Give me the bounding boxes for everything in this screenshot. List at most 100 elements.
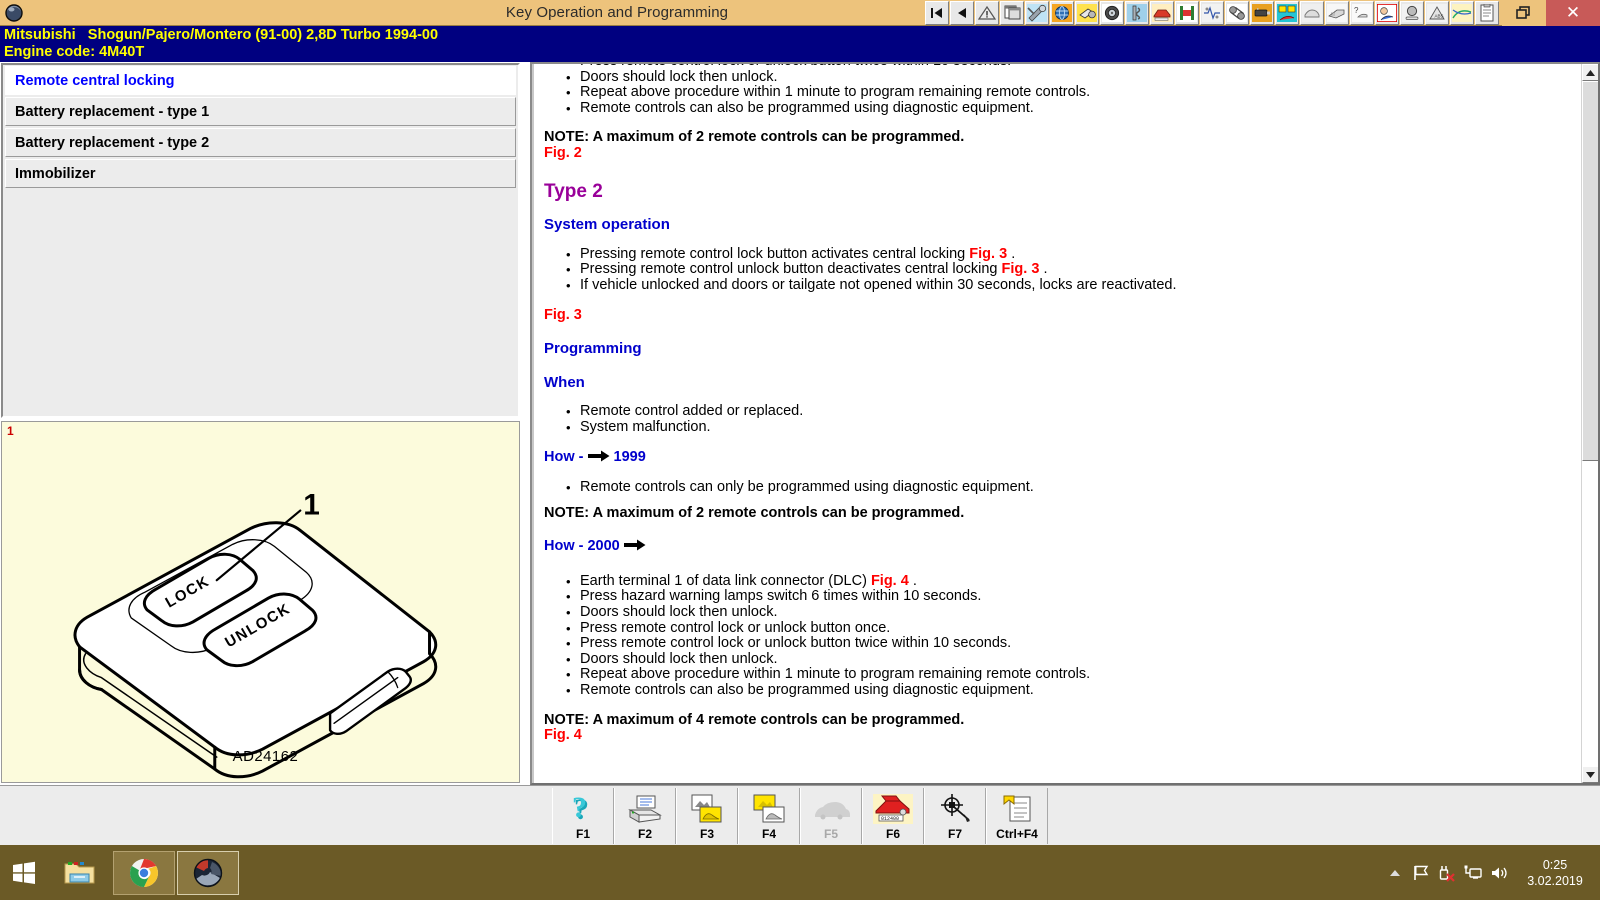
target-pointer-icon — [936, 791, 974, 827]
taskbar-autodata[interactable] — [177, 851, 239, 895]
heading-how-prefix: How - — [544, 449, 583, 465]
figure-reference-2: Fig. 2 — [544, 146, 1581, 162]
taskbar-chrome[interactable] — [113, 851, 175, 895]
list-item-text: Pressing remote control unlock button de… — [580, 261, 998, 277]
body-panel-icon[interactable] — [1300, 1, 1324, 25]
bullet-list-when: Remote control added or replaced. System… — [544, 404, 1581, 435]
wheel-tyre-icon[interactable] — [1100, 1, 1124, 25]
electrical-diagram-icon[interactable] — [1200, 1, 1224, 25]
sidebar-item-remote-central-locking[interactable]: Remote central locking — [5, 66, 516, 95]
right-arrow-icon — [624, 539, 646, 556]
main-body: Remote central locking Battery replaceme… — [0, 62, 1600, 785]
timing-belt-icon[interactable] — [1225, 1, 1249, 25]
sidebar-item-label: Immobilizer — [15, 166, 96, 182]
close-window-button[interactable]: ✕ — [1546, 0, 1600, 26]
clipboard-icon[interactable] — [1475, 1, 1499, 25]
sidebar-item-battery-replacement-type-2[interactable]: Battery replacement - type 2 — [5, 128, 516, 157]
service-schedule-icon[interactable] — [1275, 1, 1299, 25]
window-title: Key Operation and Programming — [29, 4, 925, 21]
network-icon[interactable] — [1460, 858, 1486, 888]
first-page-icon[interactable] — [925, 1, 949, 25]
right-arrow-icon — [588, 450, 610, 467]
heading-when: When — [544, 375, 1581, 391]
steering-wheel-icon[interactable] — [1400, 1, 1424, 25]
tools-wrench-icon[interactable] — [1025, 1, 1049, 25]
engine-bay-icon[interactable] — [1150, 1, 1174, 25]
suspension-icon[interactable] — [1125, 1, 1149, 25]
function-key-f6[interactable]: 012400 F6 — [862, 788, 924, 844]
image-pair-icon — [688, 791, 726, 827]
function-key-label: F3 — [700, 827, 714, 841]
globe-engine-icon[interactable] — [1050, 1, 1074, 25]
scrollbar-track[interactable] — [1582, 81, 1599, 766]
windows-start-icon[interactable] — [0, 845, 48, 900]
sidebar-item-label: Battery replacement - type 1 — [15, 104, 209, 120]
engine-code: Engine code: 4M40T — [4, 44, 1600, 61]
sidebar-item-immobilizer[interactable]: Immobilizer — [5, 159, 516, 188]
list-item: Pressing remote control unlock button de… — [580, 262, 1581, 278]
function-key-f5[interactable]: F5 — [800, 788, 862, 844]
function-key-label: F7 — [948, 827, 962, 841]
function-key-f7[interactable]: F7 — [924, 788, 986, 844]
figure-viewer[interactable]: 1 — [1, 421, 520, 783]
title-bar: Key Operation and Programming — [0, 0, 1600, 26]
window-tile-icon[interactable] — [1000, 1, 1024, 25]
heading-type-2: Type 2 — [544, 184, 1581, 200]
list-item-text: Earth terminal 1 of data link connector … — [580, 573, 867, 589]
battery-sensor-icon[interactable] — [1250, 1, 1274, 25]
function-key-f3[interactable]: F3 — [676, 788, 738, 844]
usb-eject-error-icon[interactable] — [1434, 858, 1460, 888]
list-item: Remote controls can only be programmed u… — [580, 480, 1581, 496]
vehicle-make: Mitsubishi — [4, 27, 76, 43]
document-content: Press remote control lock or unlock butt… — [544, 64, 1581, 744]
exhaust-icon[interactable] — [1325, 1, 1349, 25]
red-car-bonnet-icon: 012400 — [872, 791, 914, 827]
key-lock-icon[interactable] — [1075, 1, 1099, 25]
scrollbar-thumb[interactable] — [1582, 81, 1599, 461]
list-item: Pressing remote control lock button acti… — [580, 247, 1581, 263]
application-window: Key Operation and Programming — [0, 0, 1600, 845]
topic-list[interactable]: Remote central locking Battery replaceme… — [1, 63, 520, 418]
show-hidden-icons-chevron[interactable] — [1382, 858, 1408, 888]
restore-window-button[interactable] — [1502, 0, 1546, 26]
function-key-f1[interactable]: ? ? F1 — [552, 788, 614, 844]
brakes-icon[interactable] — [1175, 1, 1199, 25]
spacer — [544, 116, 1581, 130]
figure-reference-3: Fig. 3 — [969, 246, 1007, 262]
warning-triangle-icon[interactable] — [975, 1, 999, 25]
function-key-f4[interactable]: F4 — [738, 788, 800, 844]
document-scroll-viewport: Press remote control lock or unlock butt… — [532, 64, 1581, 783]
taskbar-file-explorer[interactable] — [49, 851, 111, 895]
autodata-globe-icon — [3, 2, 25, 24]
windows-taskbar: 0:25 3.02.2019 — [0, 845, 1600, 900]
function-key-label: F2 — [638, 827, 652, 841]
function-key-f2[interactable]: F2 — [614, 788, 676, 844]
function-key-ctrl-f4[interactable]: Ctrl+F4 — [986, 788, 1048, 844]
scroll-down-button[interactable] — [1582, 766, 1599, 783]
taskbar-clock[interactable]: 0:25 3.02.2019 — [1524, 857, 1586, 889]
airbag-icon[interactable] — [1375, 1, 1399, 25]
figure-callout-1: 1 — [303, 489, 320, 522]
scroll-up-button[interactable] — [1582, 64, 1599, 81]
list-item: Remote controls can also be programmed u… — [580, 683, 1581, 699]
volume-icon[interactable] — [1486, 858, 1512, 888]
document-pane: Press remote control lock or unlock butt… — [530, 62, 1600, 785]
clock-date: 3.02.2019 — [1524, 873, 1586, 889]
svg-text:012400: 012400 — [881, 816, 899, 822]
road-map-icon[interactable] — [1450, 1, 1474, 25]
sidebar-item-battery-replacement-type-1[interactable]: Battery replacement - type 1 — [5, 97, 516, 126]
spacer — [544, 556, 1581, 574]
sidebar-item-label: Battery replacement - type 2 — [15, 135, 209, 151]
bullet-list-system-operation: Pressing remote control lock button acti… — [544, 247, 1581, 294]
question-vehicle-icon[interactable]: ? — [1350, 1, 1374, 25]
wiper-icon[interactable]: ABS — [1425, 1, 1449, 25]
previous-page-icon[interactable] — [950, 1, 974, 25]
heading-how-year: 1999 — [614, 449, 646, 465]
spacer — [544, 233, 1581, 247]
clock-time: 0:25 — [1524, 857, 1586, 873]
document-scrollbar[interactable] — [1581, 64, 1598, 783]
list-item-period: . — [1011, 246, 1015, 262]
image-lock-icon — [750, 791, 788, 827]
flag-action-center-icon[interactable] — [1408, 858, 1434, 888]
bullet-list-how-1999: Remote controls can only be programmed u… — [544, 480, 1581, 496]
